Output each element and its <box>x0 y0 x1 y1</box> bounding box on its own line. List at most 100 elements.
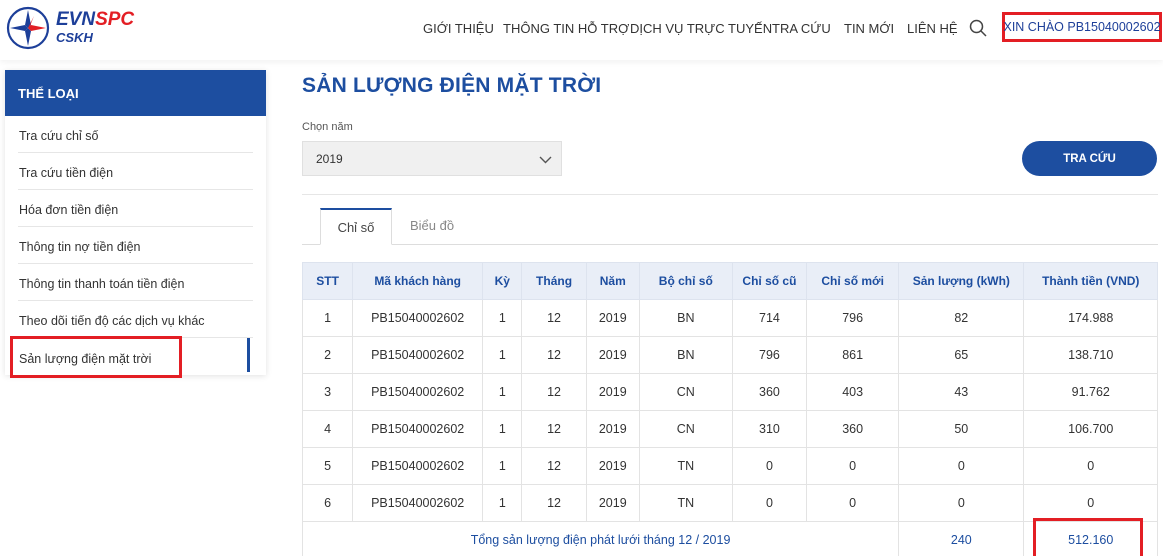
chevron-down-icon <box>539 156 552 164</box>
table-cell: 2019 <box>585 484 640 522</box>
table-cell: 0 <box>1023 484 1158 522</box>
logo-spc: SPC <box>95 8 135 30</box>
table-cell: 6 <box>301 484 354 522</box>
table-cell: 360 <box>806 410 900 448</box>
tab-bieu-do[interactable]: Biểu đồ <box>398 208 466 243</box>
total-kwh: 240 <box>898 521 1025 556</box>
table-cell: 2 <box>301 336 354 374</box>
year-label: Chọn năm <box>302 121 353 133</box>
tab-chi-so[interactable]: Chỉ số <box>320 208 392 245</box>
table-cell: 2019 <box>585 373 640 411</box>
table-cell: 310 <box>731 410 808 448</box>
table-cell: 0 <box>731 447 808 485</box>
header-ma-khach-hang: Mã khách hàng <box>352 262 484 300</box>
table-cell: BN <box>638 299 733 337</box>
annotation-highlight-sidebar <box>10 336 182 378</box>
table-row: 2 PB15040002602 1 12 2019 BN 796 861 65 … <box>301 336 1158 374</box>
sidebar-item-theo-doi-tien-do[interactable]: Theo dõi tiến độ các dịch vụ khác <box>18 301 253 338</box>
nav-gioi-thieu[interactable]: GIỚI THIỆU <box>423 21 494 36</box>
table-row: 5 PB15040002602 1 12 2019 TN 0 0 0 0 <box>301 447 1158 485</box>
sidebar-item-hoa-don-tien-dien[interactable]: Hóa đơn tiền điện <box>18 190 253 227</box>
table-cell: 50 <box>898 410 1025 448</box>
sidebar-item-tra-cuu-tien-dien[interactable]: Tra cứu tiền điện <box>18 153 253 190</box>
header-nam: Năm <box>585 262 640 300</box>
sidebar-item-thong-tin-no[interactable]: Thông tin nợ tiền điện <box>18 227 253 264</box>
table-cell: 12 <box>521 336 587 374</box>
table-cell: 796 <box>731 336 808 374</box>
header-san-luong: Sản lượng (kWh) <box>898 262 1025 300</box>
header-chi-so-cu: Chỉ số cũ <box>731 262 808 300</box>
table-cell: PB15040002602 <box>352 447 484 485</box>
sidebar-active-indicator <box>247 338 250 372</box>
table-cell: 3 <box>301 373 354 411</box>
table-cell: 1 <box>482 373 523 411</box>
evn-logo-icon <box>6 6 50 50</box>
table-cell: 861 <box>806 336 900 374</box>
annotation-highlight-total <box>1033 518 1143 556</box>
logo-cskh: CSKH <box>56 29 93 45</box>
table-cell: 403 <box>806 373 900 411</box>
table-row: 6 PB15040002602 1 12 2019 TN 0 0 0 0 <box>301 484 1158 522</box>
table-cell: 5 <box>301 447 354 485</box>
table-cell: 174.988 <box>1023 299 1158 337</box>
table-cell: CN <box>638 410 733 448</box>
data-table: STT Mã khách hàng Kỳ Tháng Năm Bộ chỉ số… <box>301 262 1158 556</box>
nav-dich-vu-truc-tuyen[interactable]: DỊCH VỤ TRỰC TUYẾN <box>630 21 772 36</box>
year-select[interactable]: 2019 <box>302 141 562 176</box>
table-header-row: STT Mã khách hàng Kỳ Tháng Năm Bộ chỉ số… <box>301 262 1158 300</box>
table-cell: 0 <box>898 484 1025 522</box>
table-cell: 1 <box>482 410 523 448</box>
divider <box>302 194 1158 195</box>
table-cell: 1 <box>482 484 523 522</box>
table-cell: 0 <box>731 484 808 522</box>
logo-text: EVNSPC CSKH <box>56 8 135 46</box>
table-cell: 91.762 <box>1023 373 1158 411</box>
table-cell: 82 <box>898 299 1025 337</box>
logo-evn: EVN <box>56 8 96 30</box>
site-header: EVNSPC CSKH GIỚI THIỆU THÔNG TIN HỖ TRỢ … <box>0 0 1163 60</box>
total-label: Tổng sản lượng điện phát lưới tháng 12 /… <box>301 521 900 556</box>
sidebar-item-thong-tin-thanh-toan[interactable]: Thông tin thanh toán tiền điện <box>18 264 253 301</box>
table-cell: TN <box>638 484 733 522</box>
logo[interactable]: EVNSPC CSKH <box>6 6 134 50</box>
table-cell: 65 <box>898 336 1025 374</box>
table-cell: 12 <box>521 373 587 411</box>
table-cell: 138.710 <box>1023 336 1158 374</box>
sidebar: THỂ LOẠI Tra cứu chỉ số Tra cứu tiền điệ… <box>5 70 266 375</box>
nav-tra-cuu[interactable]: TRA CỨU <box>772 21 831 36</box>
table-cell: CN <box>638 373 733 411</box>
page-title: SẢN LƯỢNG ĐIỆN MẶT TRỜI <box>302 74 602 97</box>
tabs-baseline <box>302 244 1158 245</box>
table-cell: PB15040002602 <box>352 373 484 411</box>
table-row: 1 PB15040002602 1 12 2019 BN 714 796 82 … <box>301 299 1158 337</box>
table-cell: 12 <box>521 410 587 448</box>
table-cell: PB15040002602 <box>352 484 484 522</box>
table-cell: 0 <box>806 447 900 485</box>
search-button[interactable]: TRA CỨU <box>1022 141 1157 176</box>
header-chi-so-moi: Chỉ số mới <box>806 262 900 300</box>
table-cell: 2019 <box>585 447 640 485</box>
table-cell: 12 <box>521 299 587 337</box>
sidebar-item-tra-cuu-chi-so[interactable]: Tra cứu chỉ số <box>18 116 253 153</box>
table-cell: 0 <box>898 447 1025 485</box>
year-select-value: 2019 <box>316 151 343 166</box>
nav-thong-tin-ho-tro[interactable]: THÔNG TIN HỖ TRỢ <box>503 21 629 36</box>
header-thang: Tháng <box>521 262 587 300</box>
table-cell: 0 <box>1023 447 1158 485</box>
search-icon[interactable] <box>969 19 987 37</box>
nav-tin-moi[interactable]: TIN MỚI <box>844 21 894 36</box>
table-cell: 43 <box>898 373 1025 411</box>
table-cell: BN <box>638 336 733 374</box>
table-cell: 106.700 <box>1023 410 1158 448</box>
table-cell: 1 <box>301 299 354 337</box>
user-greeting[interactable]: XIN CHÀO PB15040002602 <box>1002 12 1162 42</box>
table-cell: 12 <box>521 484 587 522</box>
table-cell: 1 <box>482 447 523 485</box>
table-cell: 12 <box>521 447 587 485</box>
table-cell: 796 <box>806 299 900 337</box>
nav-lien-he[interactable]: LIÊN HỆ <box>907 21 958 36</box>
table-cell: 4 <box>301 410 354 448</box>
sidebar-title: THỂ LOẠI <box>5 70 266 116</box>
table-cell: 2019 <box>585 410 640 448</box>
table-cell: 1 <box>482 336 523 374</box>
